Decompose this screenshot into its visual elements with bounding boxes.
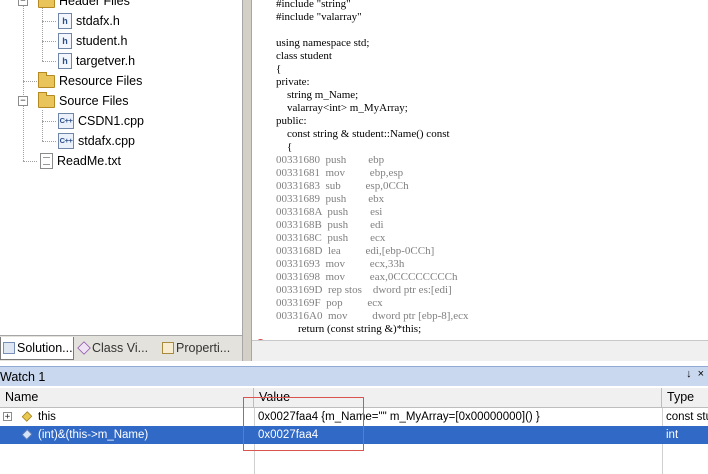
watch-type: const stu [666,411,708,423]
watch-window-title: Watch 1 [0,369,46,384]
source-line[interactable]: { [276,63,468,76]
source-line[interactable]: #include "string" [276,0,468,11]
tree-guide [23,161,37,162]
watch-row-this[interactable]: + this 0x0027faa4 {m_Name="" m_MyArray=[… [0,408,708,426]
tree-guide [42,141,56,142]
source-line[interactable]: { [276,141,468,154]
tree-item-label: stdafx.cpp [78,134,135,148]
header-file-icon: h [58,53,72,69]
watch-value[interactable]: 0x0027faa4 [258,426,658,444]
pane-splitter[interactable] [242,0,252,361]
tree-guide [42,61,56,62]
tab-label: Class Vi... [92,341,149,355]
tree-item-label: student.h [76,34,128,48]
tab-label: Solution... [17,341,73,355]
tree-guide [42,21,56,22]
tree-item-stdafx-h[interactable]: h stdafx.h [58,11,120,31]
disassembly-line[interactable]: 0033168B push edi [276,219,468,232]
tree-item-csdn1-cpp[interactable]: C++ CSDN1.cpp [58,111,144,131]
column-header-name[interactable]: Name [0,388,254,407]
folder-icon [38,0,55,8]
source-line[interactable]: using namespace std; [276,37,468,50]
tree-guide [42,41,56,42]
code-editor[interactable]: #include "string" #include "valarray" usin… [252,0,708,340]
tree-item-label: stdafx.h [76,14,120,28]
pin-icon[interactable]: ↓ [686,368,692,380]
watch-name: this [38,411,56,423]
variable-icon [21,411,33,422]
tree-item-source-files[interactable]: Source Files [38,91,128,111]
solution-explorer-tabs: Solution... Class Vi... Properti... [0,335,242,361]
cpp-file-icon: C++ [58,113,74,129]
column-header-type[interactable]: Type [662,388,708,407]
solution-explorer-tree: − − Header Files h stdafx.h h student.h … [0,0,242,335]
code-lines: #include "string" #include "valarray" usin… [276,0,468,336]
tree-item-label: Resource Files [59,74,143,88]
collapse-toggle[interactable]: − [18,0,28,6]
close-icon[interactable]: × [698,368,704,380]
folder-icon [38,71,55,88]
disassembly-line[interactable]: 00331693 mov ecx,33h [276,258,468,271]
header-file-icon: h [58,33,72,49]
tree-item-label: Source Files [59,94,129,108]
tree-guide [23,101,24,161]
cpp-file-icon: C++ [58,133,74,149]
disassembly-line[interactable]: 00331680 push ebp [276,154,468,167]
watch-name: (int)&(this->m_Name) [38,429,149,441]
watch-row-expression[interactable]: (int)&(this->m_Name) 0x0027faa4 int [0,426,708,444]
tree-item-label: targetver.h [76,54,136,68]
source-line[interactable]: return (const string &)*this; [276,323,468,336]
expression-icon [21,429,33,440]
source-line[interactable]: class student [276,50,468,63]
header-file-icon: h [58,13,72,29]
disassembly-line[interactable]: 0033168C push ecx [276,232,468,245]
source-line[interactable]: private: [276,76,468,89]
watch-value[interactable]: 0x0027faa4 {m_Name="" m_MyArray=[0x00000… [258,408,658,426]
tree-item-label: ReadMe.txt [57,154,121,168]
tree-item-resource-files[interactable]: Resource Files [38,71,142,91]
tab-label: Properti... [176,341,231,355]
expand-toggle[interactable]: + [3,412,12,421]
disassembly-line[interactable]: 00331683 sub esp,0CCh [276,180,468,193]
source-line[interactable]: #include "valarray" [276,11,468,24]
disassembly-line[interactable]: 0033168A push esi [276,206,468,219]
tab-class-view[interactable]: Class Vi... [76,337,156,359]
tree-item-label: Header Files [59,0,130,8]
source-line[interactable]: valarray<int> m_MyArray; [276,102,468,115]
folder-open-icon [38,91,55,108]
tab-solution-explorer[interactable]: Solution... [0,337,74,360]
disassembly-line[interactable]: 003316A0 mov dword ptr [ebp-8],ecx [276,310,468,323]
tree-item-targetver-h[interactable]: h targetver.h [58,51,135,71]
disassembly-line[interactable]: 0033169F pop ecx [276,297,468,310]
disassembly-line[interactable]: 00331698 mov eax,0CCCCCCCCh [276,271,468,284]
source-line[interactable]: public: [276,115,468,128]
disassembly-line[interactable]: 0033168D lea edi,[ebp-0CCh] [276,245,468,258]
tree-guide [23,81,37,82]
source-line[interactable]: const string & student::Name() const [276,128,468,141]
disassembly-line[interactable]: 00331681 mov ebp,esp [276,167,468,180]
properties-icon [162,342,174,354]
tree-item-label: CSDN1.cpp [78,114,144,128]
tree-item-header-files[interactable]: Header Files [38,0,130,11]
source-line[interactable] [276,24,468,37]
text-file-icon [40,153,53,169]
watch-type: int [666,429,679,441]
collapse-toggle[interactable]: − [18,96,28,106]
watch-column-headers: Name Value Type [0,388,708,408]
column-header-value[interactable]: Value [254,388,662,407]
solution-icon [3,342,15,354]
tab-properties[interactable]: Properti... [160,337,242,359]
source-line[interactable]: string m_Name; [276,89,468,102]
tree-item-student-h[interactable]: h student.h [58,31,127,51]
tree-item-readme-txt[interactable]: ReadMe.txt [40,151,121,171]
watch-window-titlebar: Watch 1 ↓ × [0,366,708,386]
disassembly-line[interactable]: 0033169D rep stos dword ptr es:[edi] [276,284,468,297]
tree-guide [42,110,43,141]
class-view-icon [77,341,91,355]
disassembly-line[interactable]: 00331689 push ebx [276,193,468,206]
tree-guide [42,121,56,122]
tree-item-stdafx-cpp[interactable]: C++ stdafx.cpp [58,131,135,151]
tree-guide [23,0,24,101]
code-horizontal-scrollbar[interactable] [252,340,708,361]
